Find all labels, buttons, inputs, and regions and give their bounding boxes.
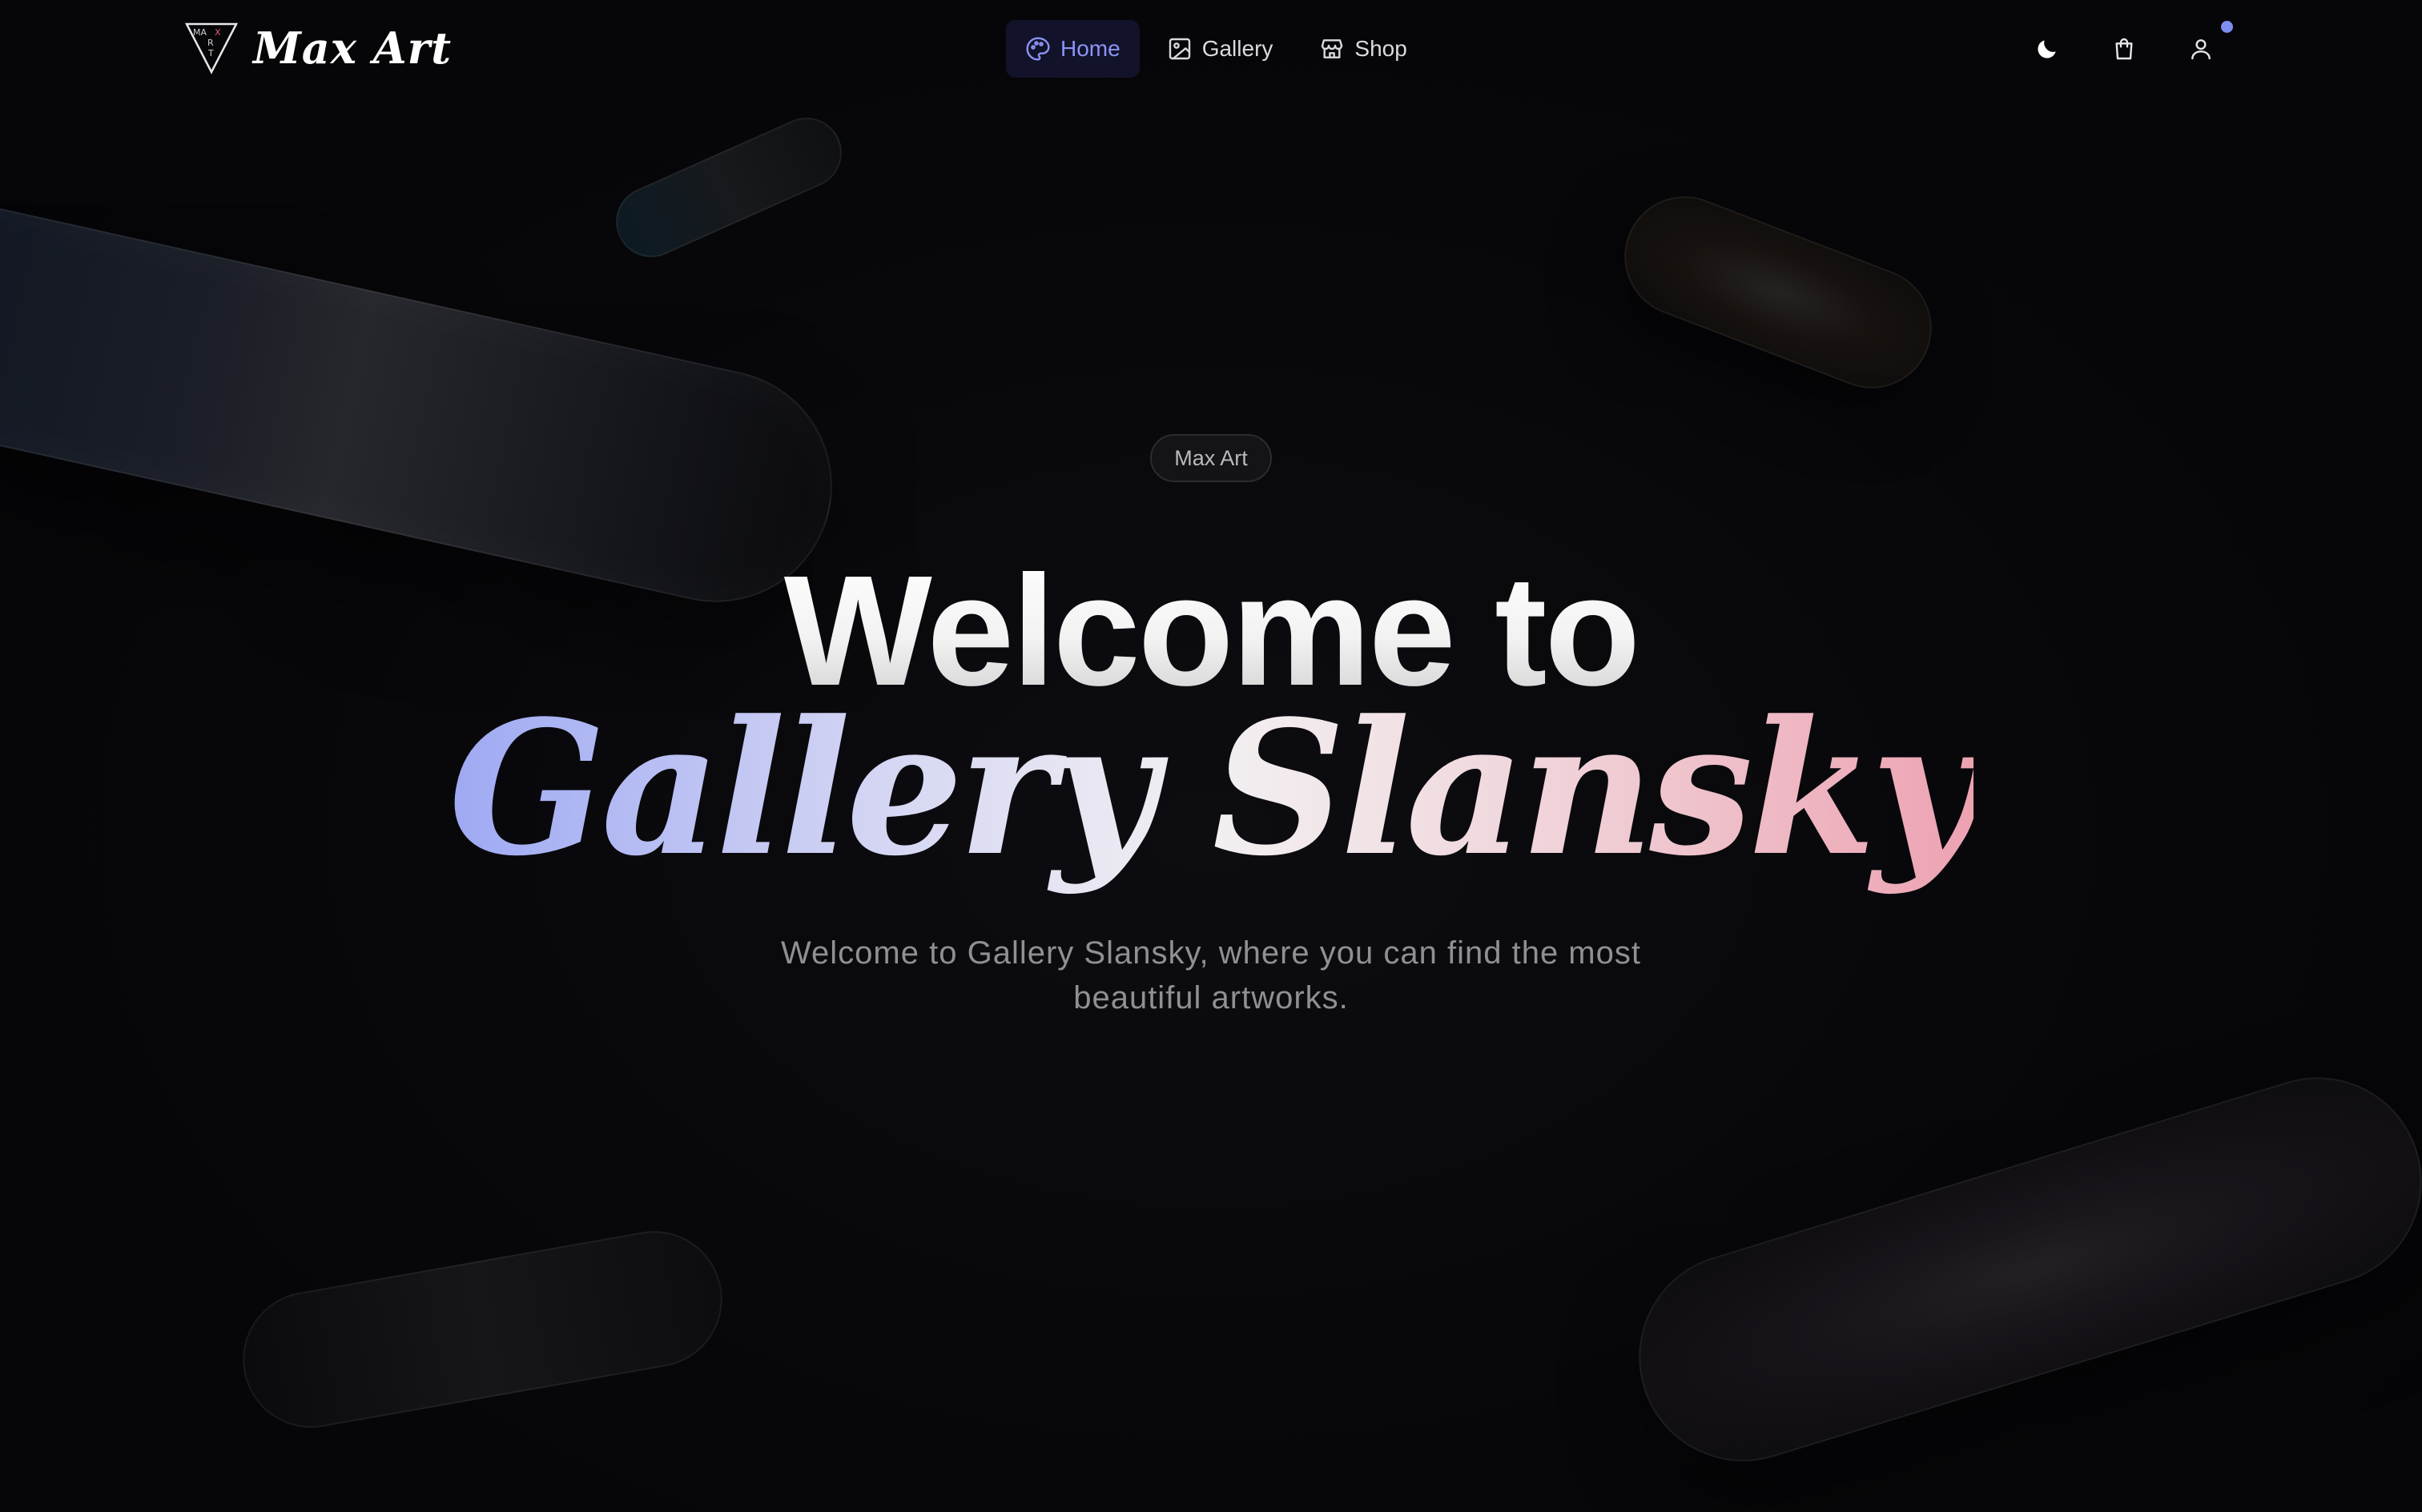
nav-gallery[interactable]: Gallery	[1148, 20, 1293, 78]
triangle-logo-icon: MA X R T	[184, 22, 239, 74]
store-icon	[1322, 39, 1343, 58]
nav-home[interactable]: Home	[1006, 20, 1140, 78]
page: MA X R T Max Art Home Gallery Shop Max A…	[0, 0, 2422, 1512]
decorative-pill-bottom-left	[231, 1220, 734, 1439]
shopping-bag-icon	[2115, 38, 2133, 60]
account-button[interactable]	[2180, 21, 2233, 70]
nav-shop[interactable]: Shop	[1300, 20, 1426, 78]
svg-text:X: X	[215, 27, 221, 38]
moon-icon	[2038, 40, 2056, 58]
hero-subtitle-line-1: Welcome to Gallery Slansky, where you ca…	[781, 935, 1641, 971]
cart-button[interactable]	[2103, 28, 2145, 70]
user-icon	[2191, 39, 2211, 60]
image-icon	[1169, 38, 1190, 60]
notification-dot	[2221, 21, 2233, 33]
svg-text:MA: MA	[193, 27, 207, 38]
palette-icon	[1026, 37, 1050, 61]
nav-gallery-label: Gallery	[1201, 36, 1273, 61]
navbar: MA X R T Max Art Home Gallery Shop	[0, 0, 2422, 98]
svg-text:R: R	[207, 38, 214, 48]
nav-home-label: Home	[1060, 36, 1120, 61]
nav-actions	[2026, 21, 2233, 74]
decorative-pill-bottom-right	[1613, 1052, 2422, 1487]
nav-shop-label: Shop	[1354, 36, 1407, 61]
decorative-pill-small-top	[605, 106, 853, 269]
hero-badge: Max Art	[1150, 434, 1272, 482]
svg-text:T: T	[207, 48, 214, 58]
hero-script-title: Gallery Slansky	[0, 697, 2422, 881]
hero-script-title-text: Gallery Slansky	[449, 681, 1978, 897]
brand-logo-link[interactable]: MA X R T Max Art	[184, 19, 452, 77]
decorative-pill-top-right	[1607, 179, 1949, 406]
hero-subtitle-line-2: beautiful artworks.	[1073, 980, 1349, 1015]
theme-toggle-button[interactable]	[2026, 28, 2068, 70]
hero-subtitle: Welcome to Gallery Slansky, where you ca…	[770, 931, 1652, 1020]
brand-name: Max Art	[253, 22, 453, 74]
main-nav: Home Gallery Shop	[1006, 20, 1426, 78]
